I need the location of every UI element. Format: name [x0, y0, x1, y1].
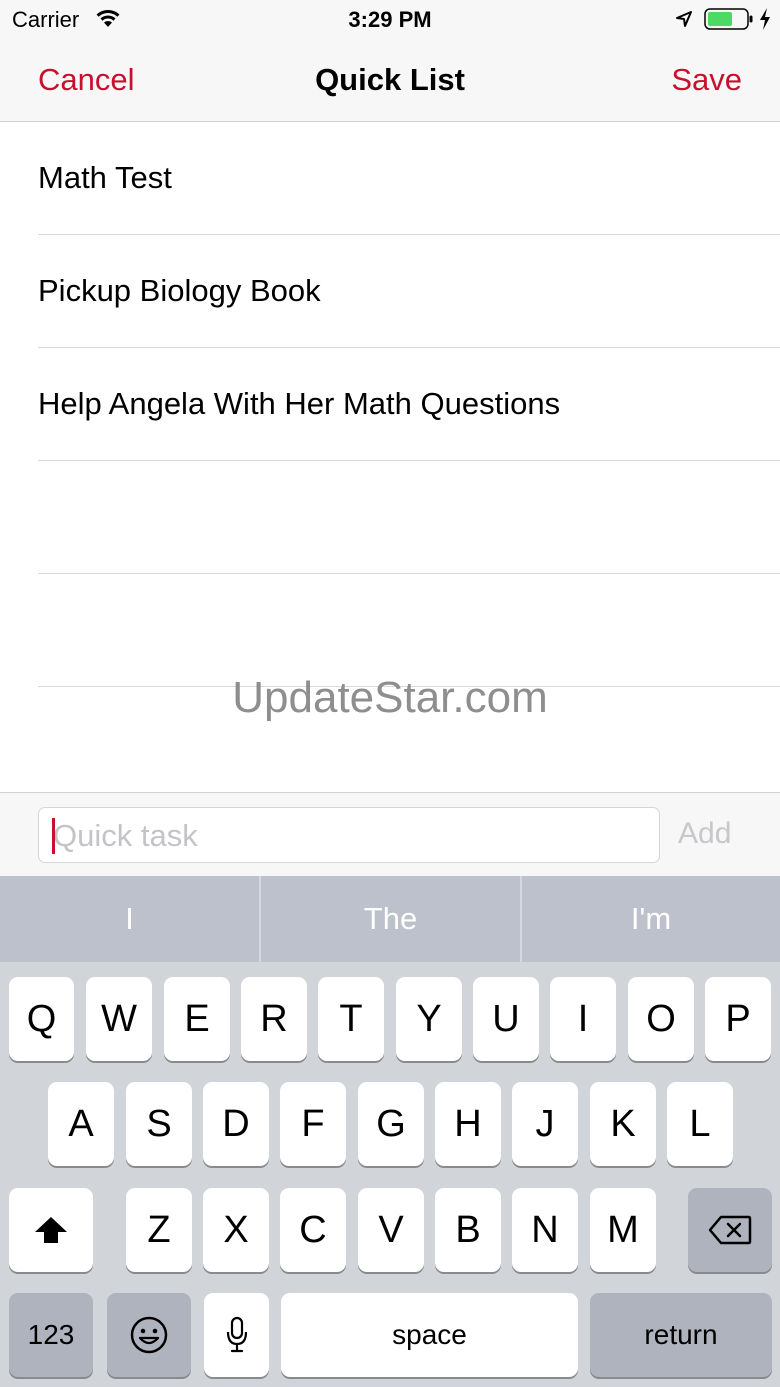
keyboard: I The I'm Q W E R T Y U I O P A S D F G … — [0, 876, 780, 1387]
task-row[interactable]: Math Test — [38, 122, 780, 235]
key-v[interactable]: V — [358, 1188, 424, 1272]
shift-key[interactable] — [9, 1188, 93, 1272]
key-o[interactable]: O — [628, 977, 694, 1061]
key-x[interactable]: X — [203, 1188, 269, 1272]
key-b[interactable]: B — [435, 1188, 501, 1272]
shift-icon — [35, 1217, 67, 1243]
microphone-icon — [226, 1316, 247, 1353]
key-t[interactable]: T — [318, 977, 384, 1061]
key-z[interactable]: Z — [126, 1188, 192, 1272]
dictation-key[interactable] — [204, 1293, 269, 1377]
key-m[interactable]: M — [590, 1188, 656, 1272]
navigation-bar: Cancel Quick List Save — [0, 40, 780, 122]
task-row[interactable]: Pickup Biology Book — [38, 235, 780, 348]
cancel-button[interactable]: Cancel — [38, 62, 135, 98]
task-row[interactable]: Help Angela With Her Math Questions — [38, 348, 780, 461]
suggestion-item[interactable]: The — [261, 876, 520, 962]
key-l[interactable]: L — [667, 1082, 733, 1166]
text-cursor — [52, 818, 55, 854]
task-label: Help Angela With Her Math Questions — [38, 386, 561, 421]
empty-task-row[interactable] — [38, 461, 780, 574]
suggestion-item[interactable]: I — [0, 876, 259, 962]
battery-icon — [704, 8, 753, 30]
quick-task-input[interactable]: Quick task — [38, 807, 660, 863]
location-arrow-icon — [676, 11, 692, 27]
task-label: Pickup Biology Book — [38, 273, 321, 308]
suggestion-bar: I The I'm — [0, 876, 780, 962]
space-key[interactable]: space — [281, 1293, 578, 1377]
backspace-key[interactable] — [688, 1188, 772, 1272]
emoji-icon — [130, 1316, 168, 1354]
key-u[interactable]: U — [473, 977, 539, 1061]
quick-task-placeholder: Quick task — [53, 818, 198, 853]
charging-bolt-icon — [760, 8, 770, 30]
key-n[interactable]: N — [512, 1188, 578, 1272]
task-list: Math Test Pickup Biology Book Help Angel… — [0, 122, 780, 792]
key-p[interactable]: P — [705, 977, 771, 1061]
status-time: 3:29 PM — [348, 7, 432, 32]
return-key[interactable]: return — [590, 1293, 772, 1377]
key-y[interactable]: Y — [396, 977, 462, 1061]
emoji-key[interactable] — [107, 1293, 191, 1377]
key-k[interactable]: K — [590, 1082, 656, 1166]
key-q[interactable]: Q — [9, 977, 74, 1061]
save-button[interactable]: Save — [671, 62, 742, 98]
key-f[interactable]: F — [280, 1082, 346, 1166]
numbers-key[interactable]: 123 — [9, 1293, 93, 1377]
key-s[interactable]: S — [126, 1082, 192, 1166]
key-h[interactable]: H — [435, 1082, 501, 1166]
key-c[interactable]: C — [280, 1188, 346, 1272]
task-label: Math Test — [38, 160, 172, 195]
backspace-icon — [708, 1215, 752, 1245]
key-a[interactable]: A — [48, 1082, 114, 1166]
key-e[interactable]: E — [164, 977, 230, 1061]
key-r[interactable]: R — [241, 977, 307, 1061]
key-w[interactable]: W — [86, 977, 152, 1061]
status-bar: Carrier 3:29 PM — [0, 0, 780, 40]
key-i[interactable]: I — [550, 977, 616, 1061]
key-g[interactable]: G — [358, 1082, 424, 1166]
empty-task-row[interactable] — [38, 574, 780, 687]
suggestion-item[interactable]: I'm — [522, 876, 780, 962]
quick-task-bar: Quick task Add — [0, 792, 780, 876]
key-d[interactable]: D — [203, 1082, 269, 1166]
add-button[interactable]: Add — [678, 817, 731, 851]
key-j[interactable]: J — [512, 1082, 578, 1166]
